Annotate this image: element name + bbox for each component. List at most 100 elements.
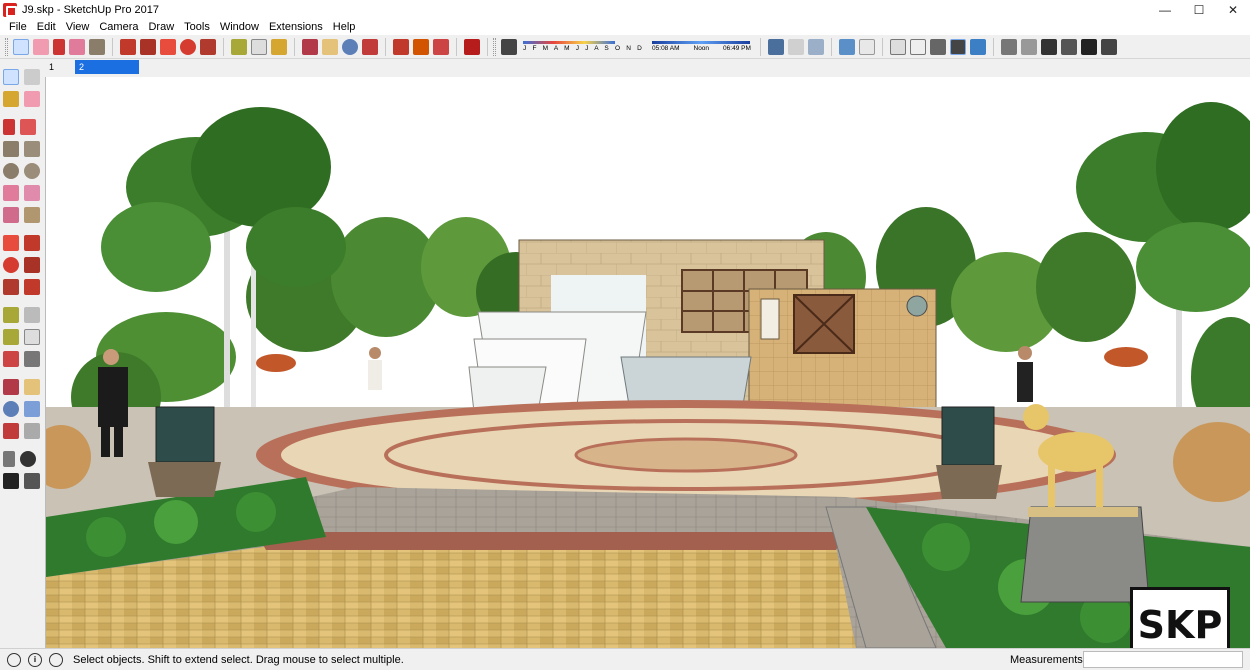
menu-file[interactable]: File [4,21,32,33]
minimize-button[interactable]: — [1148,0,1182,19]
date-slider-track[interactable] [523,41,615,44]
pencil-tool-icon[interactable] [53,38,65,55]
xray-icon[interactable] [767,38,784,55]
3d-warehouse-icon[interactable] [393,38,409,55]
rotated-rectangle-icon[interactable] [24,141,40,157]
paint-bucket-icon[interactable] [271,38,287,55]
follow-me-tool-icon[interactable] [140,38,156,55]
rotate-tool-icon[interactable] [180,38,196,55]
shaded-icon[interactable] [858,38,875,55]
wireframe-icon[interactable] [807,38,824,55]
user-account-icon[interactable] [49,652,63,667]
section-plane-icon[interactable] [24,473,40,489]
measurements-input[interactable] [1083,651,1243,668]
time-slider[interactable]: 05:08 AM Noon 06:49 PM [652,41,751,52]
protractor-tool-icon[interactable] [3,329,19,345]
two-point-arc-icon[interactable] [24,185,40,201]
top-view-icon[interactable] [909,38,926,55]
shadows-toggle-icon[interactable] [501,38,517,55]
zoom-extents-icon[interactable] [362,38,378,55]
push-pull-tool-icon[interactable] [24,235,40,251]
textured-icon[interactable] [969,38,986,55]
top-house-icon[interactable] [1020,38,1037,55]
select-tool-icon[interactable] [13,38,29,55]
position-camera-icon[interactable] [3,451,15,467]
garden-scene[interactable] [46,77,1250,648]
menu-window[interactable]: Window [215,21,264,33]
time-slider-track[interactable] [652,41,751,44]
pan-tool-icon[interactable] [322,38,338,55]
rectangle-tool-icon[interactable] [3,141,19,157]
info-icon[interactable]: i [28,652,42,667]
previous-view-icon[interactable] [24,423,40,439]
front-view-icon[interactable] [929,38,946,55]
arc-tool-icon[interactable] [3,185,19,201]
text-tool-icon[interactable] [24,329,40,345]
text-tool-icon[interactable] [251,38,267,55]
look-around-icon[interactable] [20,451,36,467]
share-model-icon[interactable] [413,38,429,55]
scene-tab-1[interactable]: 1 [45,60,75,74]
circle-tool-icon[interactable] [3,163,19,179]
toolbar-grip[interactable] [493,37,496,56]
rotate-tool-icon[interactable] [3,257,19,273]
menu-camera[interactable]: Camera [94,21,143,33]
front-house-icon[interactable] [1040,38,1057,55]
move-tool-icon[interactable] [160,38,176,55]
monochrome-icon[interactable] [949,38,966,55]
polygon-tool-icon[interactable] [24,163,40,179]
walk-tool-icon[interactable] [3,473,19,489]
move-tool-icon[interactable] [3,235,19,251]
menu-help[interactable]: Help [328,21,361,33]
back-edges-icon[interactable] [787,38,804,55]
orbit-tool-icon[interactable] [3,379,19,395]
scale-tool-icon[interactable] [200,38,216,55]
menu-draw[interactable]: Draw [143,21,179,33]
tape-measure-icon[interactable] [3,307,19,323]
freehand-tool-icon[interactable] [20,119,36,135]
pie-tool-icon[interactable] [24,207,40,223]
three-point-arc-icon[interactable] [3,207,19,223]
axes-tool-icon[interactable] [3,351,19,367]
shadow-settings[interactable]: J F M A M J J A S O N D 05:08 AM Noon 06… [523,41,751,52]
menu-edit[interactable]: Edit [32,21,61,33]
scene-tab-2[interactable]: 2 [75,60,139,74]
line-tool-icon[interactable] [3,119,15,135]
back-house-icon[interactable] [1080,38,1097,55]
offset-tool-icon[interactable] [24,279,40,295]
menu-tools[interactable]: Tools [179,21,215,33]
menu-extensions[interactable]: Extensions [264,21,328,33]
zoom-extents-icon[interactable] [3,423,19,439]
eraser-tool-icon[interactable] [33,38,49,55]
rectangle-tool-icon[interactable] [89,38,105,55]
arc-tool-icon[interactable] [69,38,85,55]
dimension-tool-icon[interactable] [24,307,40,323]
zoom-window-icon[interactable] [24,401,40,417]
extension-warehouse-icon[interactable] [433,38,449,55]
eraser-tool-icon[interactable] [24,91,40,107]
scale-tool-icon[interactable] [3,279,19,295]
left-house-icon[interactable] [1100,38,1117,55]
right-house-icon[interactable] [1060,38,1077,55]
zoom-tool-icon[interactable] [3,401,19,417]
geo-location-icon[interactable] [7,652,21,667]
select-tool-icon[interactable] [3,69,19,85]
close-button[interactable]: ✕ [1216,0,1250,19]
tape-measure-icon[interactable] [231,38,247,55]
3d-text-icon[interactable] [24,351,40,367]
paint-bucket-icon[interactable] [3,91,19,107]
maximize-button[interactable]: ☐ [1182,0,1216,19]
push-pull-tool-icon[interactable] [120,38,136,55]
menu-view[interactable]: View [61,21,95,33]
orbit-tool-icon[interactable] [302,38,318,55]
iso-house-icon[interactable] [1000,38,1017,55]
follow-me-tool-icon[interactable] [24,257,40,273]
extension-manager-icon[interactable] [464,38,480,55]
make-component-icon[interactable] [24,69,40,85]
iso-view-icon[interactable] [889,38,906,55]
date-slider[interactable]: J F M A M J J A S O N D [523,41,644,52]
pan-tool-icon[interactable] [24,379,40,395]
toolbar-grip[interactable] [5,37,8,56]
hidden-line-icon[interactable] [838,38,855,55]
zoom-tool-icon[interactable] [342,38,358,55]
